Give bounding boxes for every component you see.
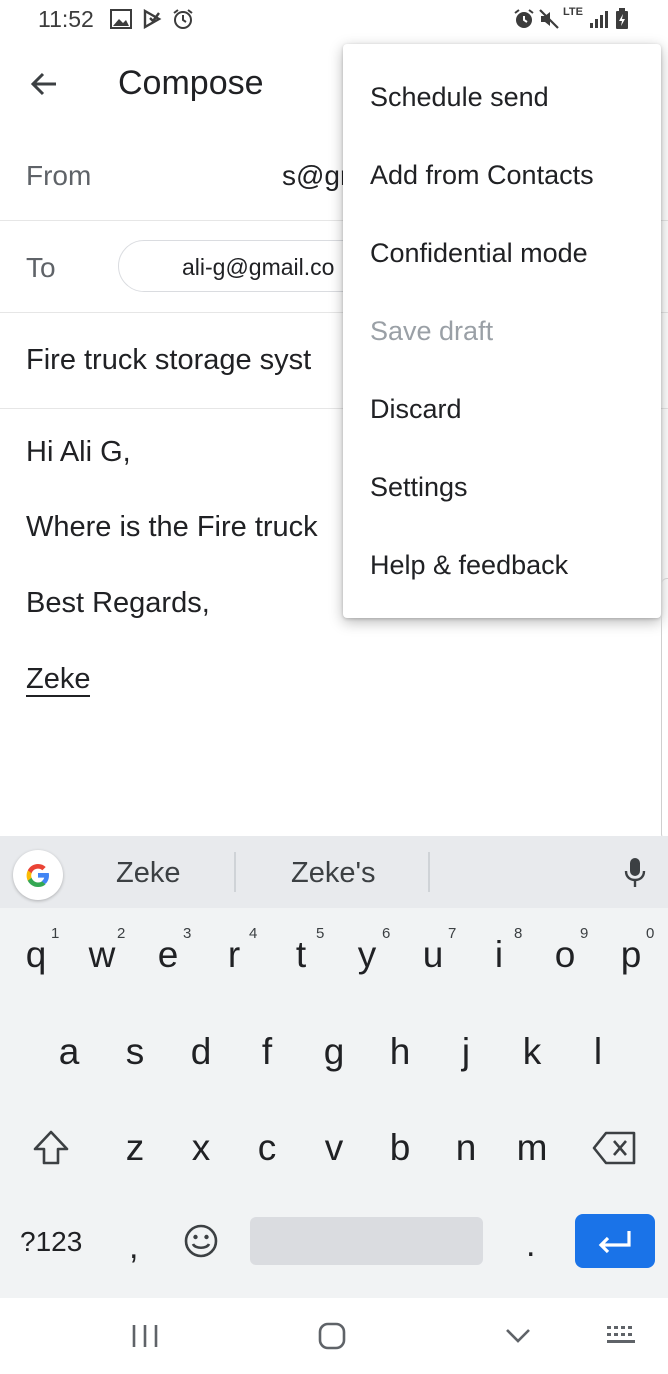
key-n[interactable]: n bbox=[441, 1127, 491, 1169]
key-hint-6: 6 bbox=[382, 925, 391, 942]
overflow-menu: Schedule send Add from Contacts Confiden… bbox=[343, 44, 661, 618]
menu-item-discard[interactable]: Discard bbox=[370, 394, 462, 425]
status-time: 11:52 bbox=[38, 6, 94, 32]
key-hint-9: 9 bbox=[580, 925, 589, 942]
key-f[interactable]: f bbox=[242, 1031, 292, 1073]
key-h[interactable]: h bbox=[375, 1031, 425, 1073]
key-s[interactable]: s bbox=[110, 1031, 160, 1073]
period-key[interactable]: . bbox=[526, 1226, 535, 1265]
edge-panel-handle[interactable] bbox=[661, 578, 668, 840]
gallery-icon bbox=[110, 8, 132, 30]
key-z[interactable]: z bbox=[110, 1127, 160, 1169]
key-l[interactable]: l bbox=[573, 1031, 623, 1073]
recipient-chip-label: ali-g@gmail.co bbox=[182, 254, 335, 280]
suggestion-1[interactable]: Zeke bbox=[116, 857, 180, 890]
menu-item-schedule-send[interactable]: Schedule send bbox=[370, 82, 549, 113]
comma-key[interactable]: , bbox=[129, 1228, 138, 1267]
microphone-icon[interactable] bbox=[622, 856, 648, 895]
key-hint-3: 3 bbox=[183, 925, 192, 942]
key-hint-0: 0 bbox=[646, 925, 655, 942]
key-m[interactable]: m bbox=[507, 1127, 557, 1169]
emoji-icon bbox=[184, 1224, 218, 1258]
to-label: To bbox=[26, 252, 56, 283]
divider bbox=[428, 852, 430, 892]
menu-item-confidential-mode[interactable]: Confidential mode bbox=[370, 238, 588, 269]
key-hint-8: 8 bbox=[514, 925, 523, 942]
body-signature[interactable]: Zeke bbox=[26, 663, 91, 697]
page-title: Compose bbox=[118, 64, 264, 102]
from-account[interactable]: s@gr bbox=[282, 160, 349, 192]
key-v[interactable]: v bbox=[309, 1127, 359, 1169]
suggestion-2[interactable]: Zeke's bbox=[291, 857, 376, 890]
home-icon[interactable] bbox=[317, 1321, 347, 1356]
key-hint-7: 7 bbox=[448, 925, 457, 942]
key-k[interactable]: k bbox=[507, 1031, 557, 1073]
subject-field[interactable]: Fire truck storage syst bbox=[26, 344, 311, 377]
alarm-on-icon bbox=[513, 8, 535, 30]
hide-keyboard-icon[interactable] bbox=[503, 1324, 533, 1353]
enter-key[interactable] bbox=[575, 1214, 655, 1268]
play-store-icon bbox=[142, 8, 162, 30]
space-key[interactable] bbox=[250, 1217, 483, 1265]
symbols-key[interactable]: ?123 bbox=[20, 1226, 82, 1258]
key-x[interactable]: x bbox=[176, 1127, 226, 1169]
key-d[interactable]: d bbox=[176, 1031, 226, 1073]
signal-icon bbox=[588, 8, 610, 30]
key-j[interactable]: j bbox=[441, 1031, 491, 1073]
key-hint-2: 2 bbox=[117, 925, 126, 942]
menu-item-add-from-contacts[interactable]: Add from Contacts bbox=[370, 160, 594, 191]
emoji-key[interactable] bbox=[183, 1223, 219, 1264]
shift-key[interactable] bbox=[30, 1127, 72, 1174]
arrow-left-icon bbox=[30, 72, 56, 96]
menu-item-settings[interactable]: Settings bbox=[370, 472, 468, 503]
keyboard-switch-icon[interactable] bbox=[605, 1324, 639, 1351]
status-bar: 11:52 LTE bbox=[0, 0, 668, 40]
key-a[interactable]: a bbox=[44, 1031, 94, 1073]
key-g[interactable]: g bbox=[309, 1031, 359, 1073]
menu-item-save-draft[interactable]: Save draft bbox=[370, 316, 493, 347]
body-line-message[interactable]: Where is the Fire truck bbox=[26, 511, 318, 544]
key-b[interactable]: b bbox=[375, 1127, 425, 1169]
back-button[interactable] bbox=[28, 62, 68, 106]
key-c[interactable]: c bbox=[242, 1127, 292, 1169]
key-hint-4: 4 bbox=[249, 925, 258, 942]
key-hint-5: 5 bbox=[316, 925, 325, 942]
network-type: LTE bbox=[563, 6, 583, 18]
enter-icon bbox=[598, 1231, 631, 1254]
from-label: From bbox=[26, 160, 92, 191]
backspace-key[interactable] bbox=[592, 1129, 638, 1172]
mute-icon bbox=[538, 8, 560, 30]
battery-charging-icon bbox=[615, 8, 629, 30]
body-line-greeting[interactable]: Hi Ali G, bbox=[26, 436, 131, 469]
menu-item-help-feedback[interactable]: Help & feedback bbox=[370, 550, 568, 581]
backspace-icon bbox=[592, 1131, 636, 1165]
shift-icon bbox=[33, 1130, 69, 1165]
recent-apps-icon[interactable] bbox=[130, 1322, 160, 1355]
alarm-icon bbox=[172, 8, 194, 30]
divider bbox=[234, 852, 236, 892]
body-line-closing[interactable]: Best Regards, bbox=[26, 587, 210, 620]
key-hint-1: 1 bbox=[51, 925, 60, 942]
google-logo-icon[interactable] bbox=[13, 850, 63, 900]
navigation-bar bbox=[0, 1298, 668, 1374]
